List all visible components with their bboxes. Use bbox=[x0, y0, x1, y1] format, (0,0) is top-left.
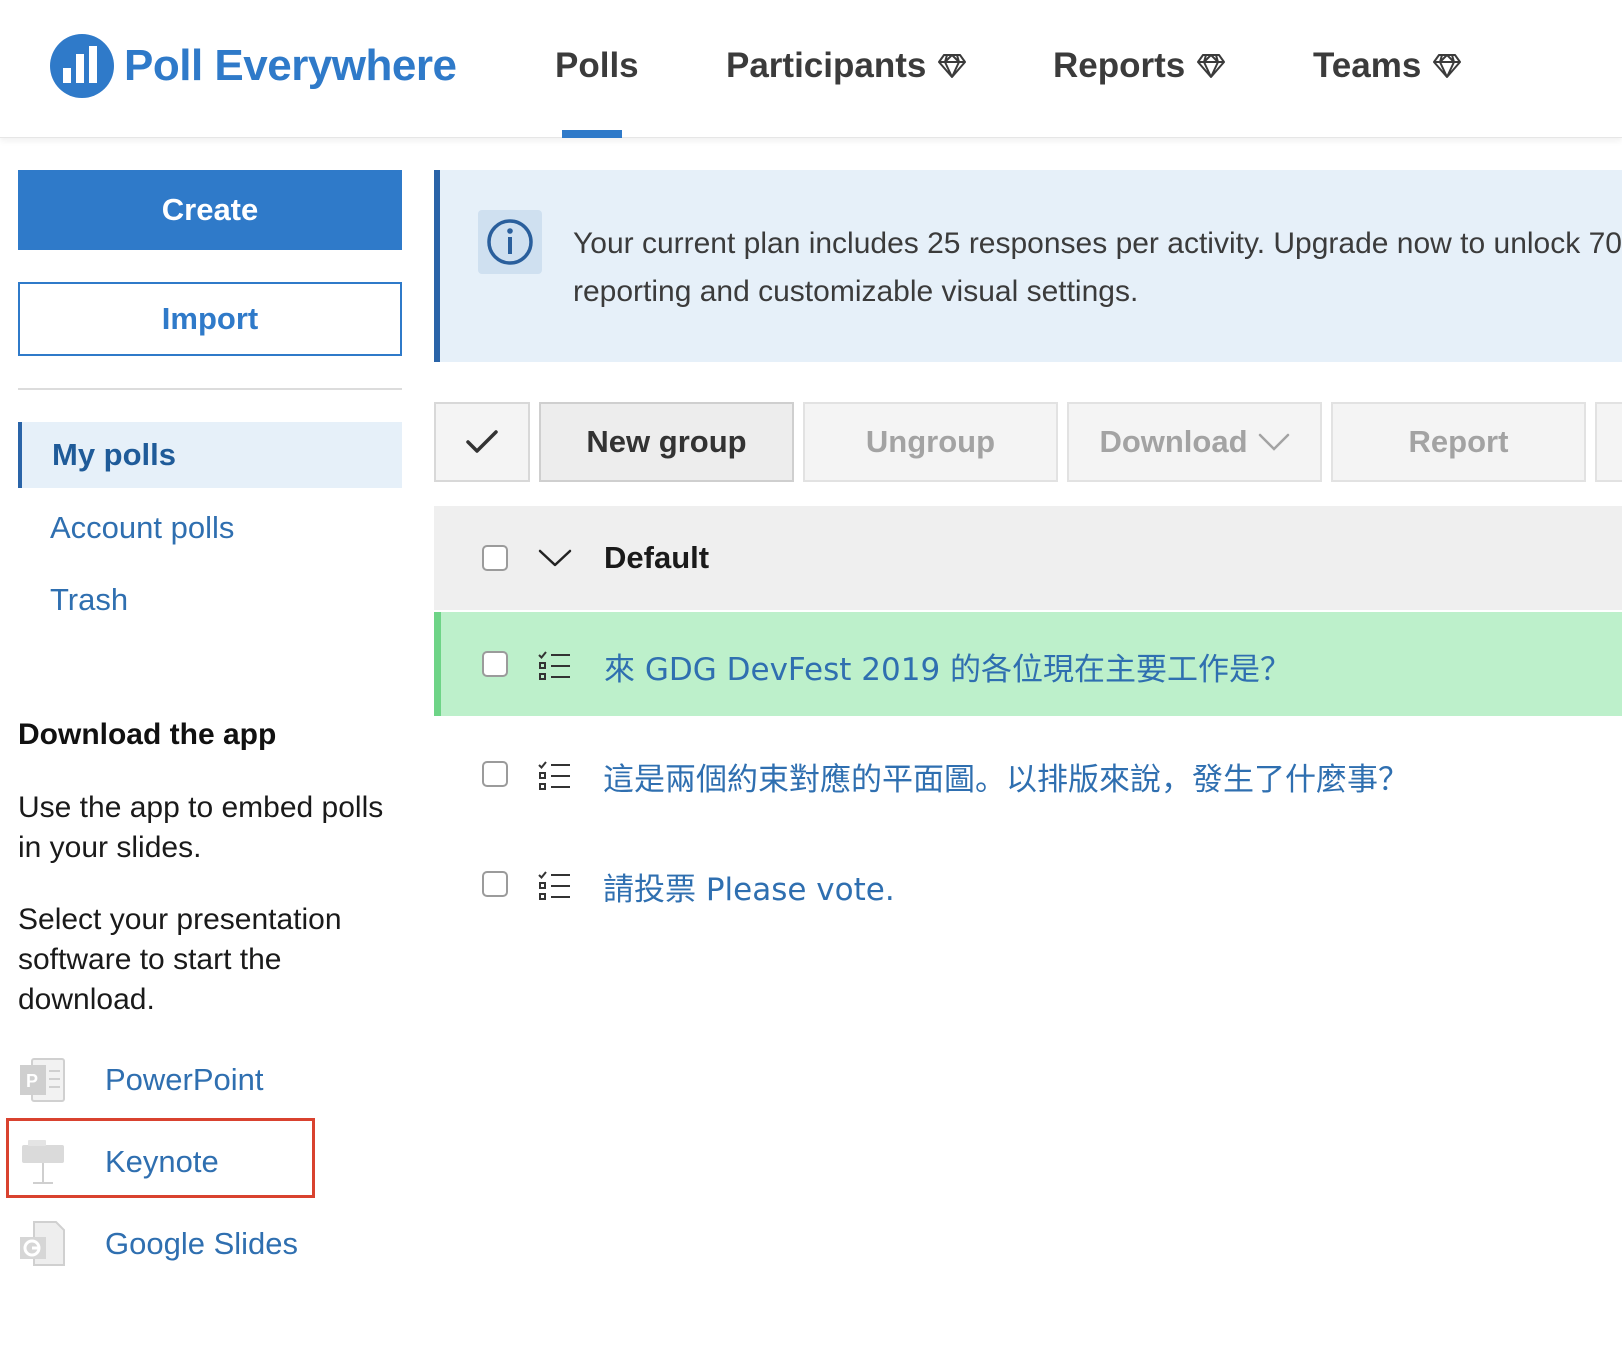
sidebar-item-label: Account polls bbox=[50, 510, 235, 545]
poll-everywhere-logo-icon bbox=[50, 34, 114, 98]
sidebar-item-trash[interactable]: Trash bbox=[18, 567, 402, 633]
more-toolbar-button[interactable] bbox=[1595, 402, 1622, 482]
banner-line-2: reporting and customizable visual settin… bbox=[573, 275, 1139, 308]
download-label: Download bbox=[1099, 424, 1248, 459]
info-icon bbox=[487, 219, 533, 265]
powerpoint-label: PowerPoint bbox=[105, 1062, 264, 1097]
download-app-heading: Download the app bbox=[18, 718, 277, 751]
group-checkbox[interactable] bbox=[482, 545, 508, 571]
banner-line-1: Your current plan includes 25 responses … bbox=[573, 227, 1622, 260]
poll-row[interactable]: 請投票 Please vote. bbox=[434, 832, 1622, 936]
poll-checkbox[interactable] bbox=[482, 761, 508, 787]
brand-logo[interactable]: Poll Everywhere bbox=[50, 34, 457, 98]
multiple-choice-icon bbox=[538, 761, 570, 790]
select-all-button[interactable] bbox=[434, 402, 530, 482]
powerpoint-icon: P bbox=[20, 1058, 65, 1102]
new-group-button[interactable]: New group bbox=[539, 402, 794, 482]
poll-group-row[interactable]: Default bbox=[434, 506, 1622, 610]
import-button[interactable]: Import bbox=[18, 282, 402, 356]
multiple-choice-icon bbox=[538, 651, 570, 680]
poll-row[interactable]: 來 GDG DevFest 2019 的各位現在主要工作是？ bbox=[434, 612, 1622, 716]
diamond-icon bbox=[1433, 54, 1462, 78]
nav-teams-label: Teams bbox=[1313, 46, 1422, 85]
multiple-choice-icon bbox=[538, 871, 570, 900]
sidebar-item-my-polls[interactable]: My polls bbox=[18, 422, 402, 488]
nav-polls-label: Polls bbox=[555, 46, 639, 85]
ungroup-label: Ungroup bbox=[865, 424, 996, 459]
chevron-down-icon bbox=[1258, 433, 1289, 451]
brand-name: Poll Everywhere bbox=[124, 41, 457, 90]
nav-polls[interactable]: Polls bbox=[555, 46, 639, 86]
keynote-highlight-box bbox=[6, 1118, 315, 1198]
poll-title[interactable]: 來 GDG DevFest 2019 的各位現在主要工作是？ bbox=[604, 644, 1291, 689]
poll-checkbox[interactable] bbox=[482, 651, 508, 677]
report-button[interactable]: Report bbox=[1331, 402, 1586, 482]
google-slides-icon bbox=[20, 1221, 65, 1266]
nav-teams[interactable]: Teams bbox=[1313, 46, 1462, 86]
checkmark-icon bbox=[466, 430, 498, 453]
group-name: Default bbox=[604, 540, 710, 575]
diamond-icon bbox=[938, 54, 967, 78]
chevron-down-icon[interactable] bbox=[538, 548, 572, 568]
nav-participants[interactable]: Participants bbox=[726, 46, 967, 86]
upgrade-info-banner: Your current plan includes 25 responses … bbox=[434, 170, 1622, 362]
diamond-icon bbox=[1197, 54, 1226, 78]
nav-reports-label: Reports bbox=[1053, 46, 1186, 85]
banner-message: Your current plan includes 25 responses … bbox=[573, 220, 1622, 316]
ungroup-button[interactable]: Ungroup bbox=[803, 402, 1058, 482]
nav-reports[interactable]: Reports bbox=[1053, 46, 1226, 86]
report-label: Report bbox=[1408, 424, 1509, 459]
google-slides-download-link[interactable]: Google Slides bbox=[18, 1214, 298, 1274]
sidebar-item-label: Trash bbox=[50, 582, 129, 617]
download-app-instructions: Select your presentation software to sta… bbox=[18, 903, 342, 1016]
poll-title[interactable]: 這是兩個約束對應的平面圖。以排版來說，發生了什麼事？ bbox=[603, 754, 1409, 799]
poll-row[interactable]: 這是兩個約束對應的平面圖。以排版來說，發生了什麼事？ bbox=[434, 722, 1622, 826]
poll-title[interactable]: 請投票 Please vote. bbox=[603, 864, 895, 909]
download-button[interactable]: Download bbox=[1067, 402, 1322, 482]
top-navigation-bar: Poll Everywhere Polls Participants Repor… bbox=[0, 0, 1622, 138]
sidebar-item-account-polls[interactable]: Account polls bbox=[18, 495, 402, 561]
svg-text:P: P bbox=[26, 1071, 38, 1091]
info-icon-container bbox=[478, 210, 542, 274]
sidebar-item-label: My polls bbox=[52, 437, 177, 472]
powerpoint-download-link[interactable]: P PowerPoint bbox=[18, 1050, 264, 1110]
google-slides-label: Google Slides bbox=[105, 1226, 299, 1261]
sidebar-divider bbox=[18, 388, 402, 390]
poll-checkbox[interactable] bbox=[482, 871, 508, 897]
create-button[interactable]: Create bbox=[18, 170, 402, 250]
nav-participants-label: Participants bbox=[726, 46, 927, 85]
new-group-label: New group bbox=[586, 424, 747, 459]
download-app-description: Use the app to embed polls in your slide… bbox=[18, 791, 384, 864]
active-tab-indicator bbox=[562, 130, 622, 138]
